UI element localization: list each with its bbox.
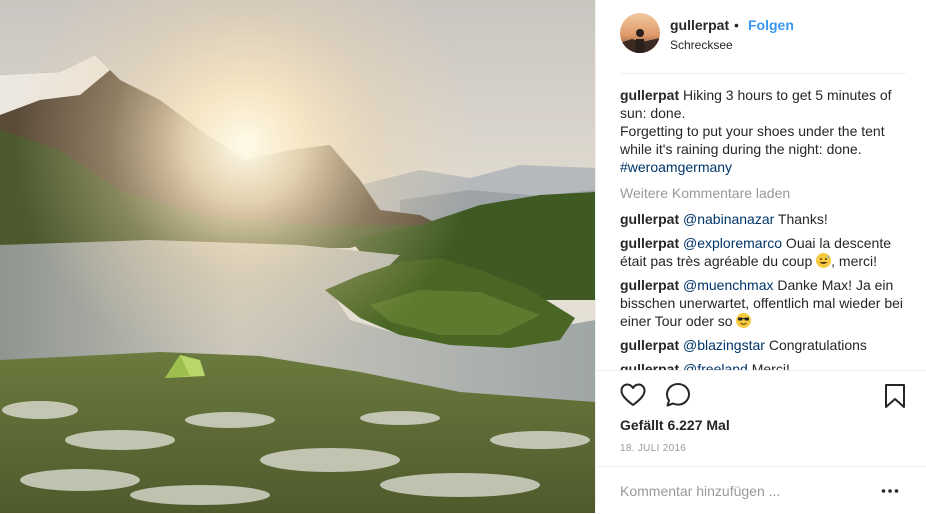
likes-count[interactable]: Gefällt 6.227 Mal xyxy=(620,417,730,433)
comment-mention[interactable]: @freeland xyxy=(683,361,748,370)
header-divider xyxy=(620,73,906,74)
comments-list[interactable]: gullerpat Hiking 3 hours to get 5 minute… xyxy=(620,86,910,370)
comment-item: gullerpat @blazingstar Congratulations xyxy=(620,336,910,354)
follow-button[interactable]: Folgen xyxy=(748,17,794,33)
comment-item: gullerpat @muenchmax Danke Max! Ja ein b… xyxy=(620,276,910,330)
comment-username[interactable]: gullerpat xyxy=(620,235,679,251)
comment-username[interactable]: gullerpat xyxy=(620,277,679,293)
avatar-image xyxy=(620,13,660,53)
caption-username[interactable]: gullerpat xyxy=(620,87,679,103)
comment-username[interactable]: gullerpat xyxy=(620,337,679,353)
caption-text-2: Forgetting to put your shoes under the t… xyxy=(620,123,885,157)
caption: gullerpat Hiking 3 hours to get 5 minute… xyxy=(620,86,910,176)
add-comment-section xyxy=(596,466,926,514)
comment-input[interactable] xyxy=(620,481,850,501)
sunglasses-emoji xyxy=(736,313,752,328)
comment-text: Merci! xyxy=(747,361,790,370)
landscape-photo xyxy=(0,0,595,513)
comment-mention[interactable]: @nabinanazar xyxy=(683,211,774,227)
comment-mention[interactable]: @blazingstar xyxy=(683,337,765,353)
comment-bubble-icon[interactable] xyxy=(665,382,691,413)
heart-icon[interactable] xyxy=(620,383,646,412)
comment-item: gullerpat @exploremarco Ouai la descente… xyxy=(620,234,910,270)
comment-item: gullerpat @freeland Merci! xyxy=(620,360,910,370)
post-actions xyxy=(596,370,926,419)
comment-text: Congratulations xyxy=(764,337,867,353)
bookmark-icon[interactable] xyxy=(884,383,906,414)
post-header: gullerpat • Folgen Schrecksee xyxy=(596,0,926,73)
load-more-comments-button[interactable]: Weitere Kommentare laden xyxy=(620,184,910,202)
comment-mention[interactable]: @muenchmax xyxy=(683,277,773,293)
caption-hashtag[interactable]: #weroamgermany xyxy=(620,159,732,175)
post-sidebar: gullerpat • Folgen Schrecksee gullerpat … xyxy=(595,0,926,513)
comment-text-after: , merci! xyxy=(831,253,878,269)
author-username[interactable]: gullerpat xyxy=(670,17,729,33)
post-date[interactable]: 18. JULI 2016 xyxy=(620,443,686,454)
grinning-sweat-emoji xyxy=(816,253,832,268)
comment-item: gullerpat @nabinanazar Thanks! xyxy=(620,210,910,228)
comment-username[interactable]: gullerpat xyxy=(620,361,679,370)
post-photo[interactable] xyxy=(0,0,595,513)
comment-username[interactable]: gullerpat xyxy=(620,211,679,227)
comment-text: Thanks! xyxy=(774,211,828,227)
location-link[interactable]: Schrecksee xyxy=(670,38,733,52)
avatar[interactable] xyxy=(620,13,660,53)
separator-dot: • xyxy=(734,17,739,33)
comment-mention[interactable]: @exploremarco xyxy=(683,235,782,251)
more-horizontal-icon[interactable] xyxy=(880,481,900,501)
